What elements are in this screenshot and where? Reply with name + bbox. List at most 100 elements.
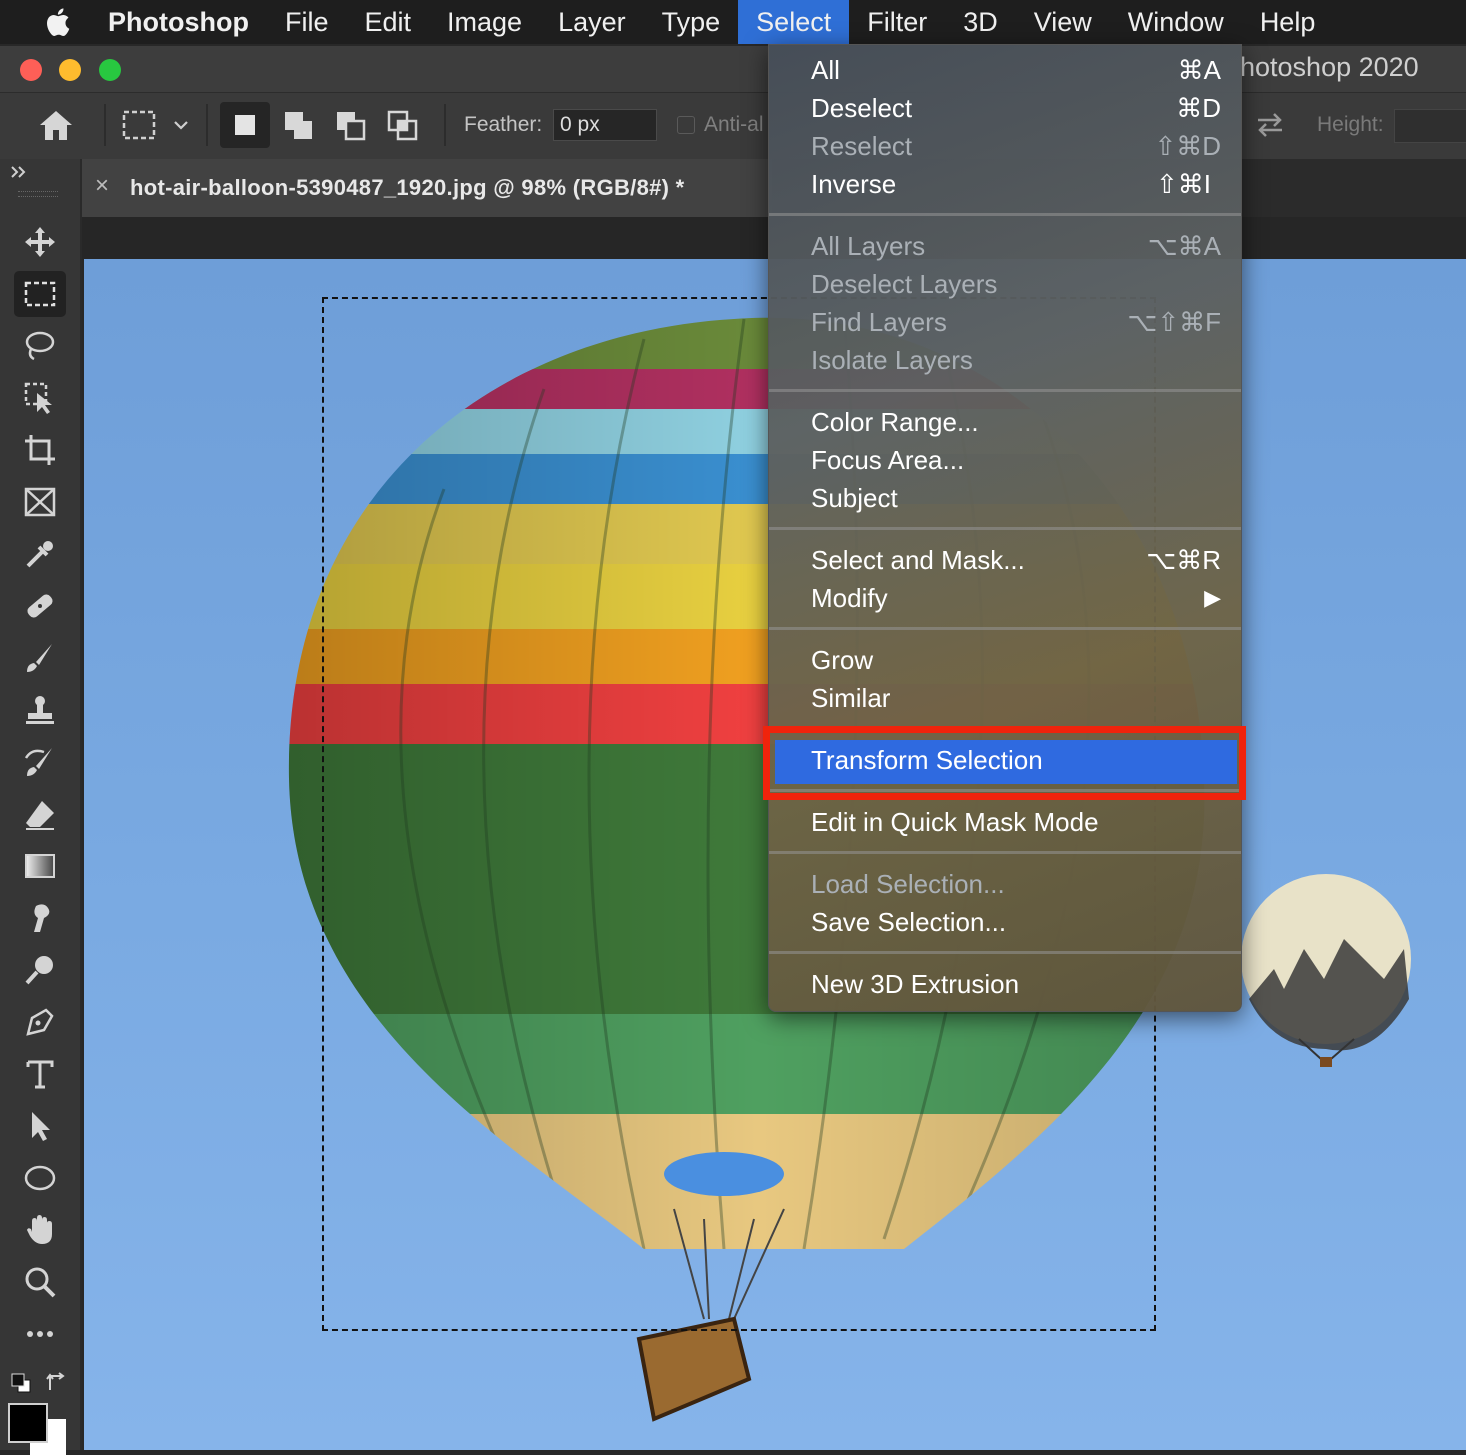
apple-icon[interactable]	[42, 7, 72, 37]
anti-alias-label: Anti-al	[704, 113, 764, 136]
height-input[interactable]	[1394, 109, 1466, 143]
menu-edit[interactable]: Edit	[347, 0, 430, 44]
menu-item-subject[interactable]: Subject	[811, 483, 898, 514]
clone-stamp-tool[interactable]	[14, 687, 66, 733]
foreground-color-swatch[interactable]	[8, 1403, 48, 1443]
anti-alias-checkbox[interactable]	[677, 116, 695, 134]
menu-item-find-layers[interactable]: Find Layers	[811, 307, 947, 338]
chevron-down-icon[interactable]	[172, 118, 190, 132]
type-tool[interactable]	[14, 1051, 66, 1097]
menu-item-all-layers[interactable]: All Layers	[811, 231, 925, 262]
highlight-callout-box	[763, 726, 1246, 800]
eyedropper-tool[interactable]	[14, 531, 66, 577]
menu-help[interactable]: Help	[1242, 0, 1334, 44]
menu-item-grow[interactable]: Grow	[811, 645, 873, 676]
gradient-tool[interactable]	[14, 843, 66, 889]
type-icon	[26, 1060, 54, 1089]
divider	[206, 104, 208, 146]
more-tools[interactable]	[14, 1311, 66, 1357]
menu-item-select-and-mask[interactable]: Select and Mask...	[811, 545, 1025, 576]
shortcut-all: ⌘A	[1177, 55, 1221, 85]
move-tool[interactable]	[14, 219, 66, 265]
menu-separator	[769, 627, 1241, 630]
frame-icon	[24, 487, 56, 517]
crop-tool[interactable]	[14, 427, 66, 473]
default-colors-icon[interactable]	[10, 1372, 32, 1394]
close-tab-icon[interactable]: ×	[95, 172, 109, 200]
eraser-tool[interactable]	[14, 791, 66, 837]
menu-item-isolate-layers[interactable]: Isolate Layers	[811, 345, 973, 376]
document-tab-title: hot-air-balloon-5390487_1920.jpg @ 98% (…	[130, 175, 685, 200]
divider	[444, 104, 446, 146]
dodge-tool[interactable]	[14, 947, 66, 993]
rectangular-marquee-tool[interactable]	[14, 271, 66, 317]
arrow-cursor-icon	[32, 1112, 50, 1141]
menu-image[interactable]: Image	[429, 0, 540, 44]
menu-item-load-selection[interactable]: Load Selection...	[811, 869, 1005, 900]
menu-item-all[interactable]: All	[811, 55, 840, 86]
add-to-selection-icon[interactable]	[283, 110, 315, 142]
menu-type[interactable]: Type	[644, 0, 739, 44]
pen-tool[interactable]	[14, 999, 66, 1045]
menu-select[interactable]: Select	[738, 0, 850, 44]
menu-item-inverse[interactable]: Inverse	[811, 169, 896, 200]
healing-brush-tool[interactable]	[14, 583, 66, 629]
collapse-panel-icon[interactable]	[10, 165, 28, 179]
menu-item-focus-area[interactable]: Focus Area...	[811, 445, 964, 476]
object-selection-tool[interactable]	[14, 375, 66, 421]
menu-item-modify[interactable]: Modify	[811, 583, 888, 614]
menu-file[interactable]: File	[267, 0, 347, 44]
move-icon	[25, 227, 55, 257]
menu-item-new-3d-extrusion[interactable]: New 3D Extrusion	[811, 969, 1019, 1000]
gradient-icon	[25, 854, 55, 878]
path-selection-tool[interactable]	[14, 1103, 66, 1149]
pen-icon	[26, 1008, 54, 1036]
new-selection-button[interactable]	[220, 102, 270, 148]
smudge-tool[interactable]	[14, 895, 66, 941]
menu-layer[interactable]: Layer	[540, 0, 644, 44]
panel-grip[interactable]	[18, 191, 58, 197]
frame-tool[interactable]	[14, 479, 66, 525]
history-brush-tool[interactable]	[14, 739, 66, 785]
menu-separator	[769, 851, 1241, 854]
intersect-selection-icon[interactable]	[387, 110, 419, 142]
menu-item-edit-in-quick-mask-mode[interactable]: Edit in Quick Mask Mode	[811, 807, 1099, 838]
brush-tool[interactable]	[14, 635, 66, 681]
swap-width-height-icon[interactable]	[1254, 110, 1286, 140]
feather-input[interactable]	[553, 109, 657, 141]
menu-item-reselect[interactable]: Reselect	[811, 131, 912, 162]
brush-icon	[27, 644, 52, 672]
marquee-preset-icon[interactable]	[120, 108, 160, 142]
eraser-icon	[26, 801, 54, 830]
menu-separator	[769, 213, 1241, 216]
close-window-button[interactable]	[20, 59, 42, 81]
menu-filter[interactable]: Filter	[849, 0, 945, 44]
bandage-icon	[27, 594, 53, 618]
subtract-from-selection-icon[interactable]	[335, 110, 367, 142]
swap-colors-icon[interactable]	[44, 1370, 68, 1394]
ellipse-tool[interactable]	[14, 1155, 66, 1201]
menu-item-save-selection[interactable]: Save Selection...	[811, 907, 1006, 938]
menu-item-similar[interactable]: Similar	[811, 683, 890, 714]
smudge-icon	[34, 904, 50, 932]
history-brush-icon	[24, 748, 52, 776]
lasso-tool[interactable]	[14, 323, 66, 369]
menu-photoshop[interactable]: Photoshop	[108, 0, 267, 44]
home-icon[interactable]	[36, 106, 76, 146]
magnifier-icon	[25, 1267, 56, 1298]
menu-window[interactable]: Window	[1110, 0, 1242, 44]
marquee-icon	[24, 281, 56, 307]
menu-item-color-range[interactable]: Color Range...	[811, 407, 979, 438]
menu-separator	[769, 951, 1241, 954]
menu-view[interactable]: View	[1016, 0, 1110, 44]
zoom-window-button[interactable]	[99, 59, 121, 81]
shortcut-reselect: ⇧⌘D	[1154, 131, 1221, 161]
menu-item-deselect[interactable]: Deselect	[811, 93, 912, 124]
ellipsis-icon	[27, 1331, 53, 1337]
submenu-arrow-icon: ▶	[1204, 585, 1221, 610]
menu-3d[interactable]: 3D	[945, 0, 1016, 44]
menu-item-deselect-layers[interactable]: Deselect Layers	[811, 269, 997, 300]
minimize-window-button[interactable]	[59, 59, 81, 81]
hand-tool[interactable]	[14, 1207, 66, 1253]
zoom-tool[interactable]	[14, 1259, 66, 1305]
